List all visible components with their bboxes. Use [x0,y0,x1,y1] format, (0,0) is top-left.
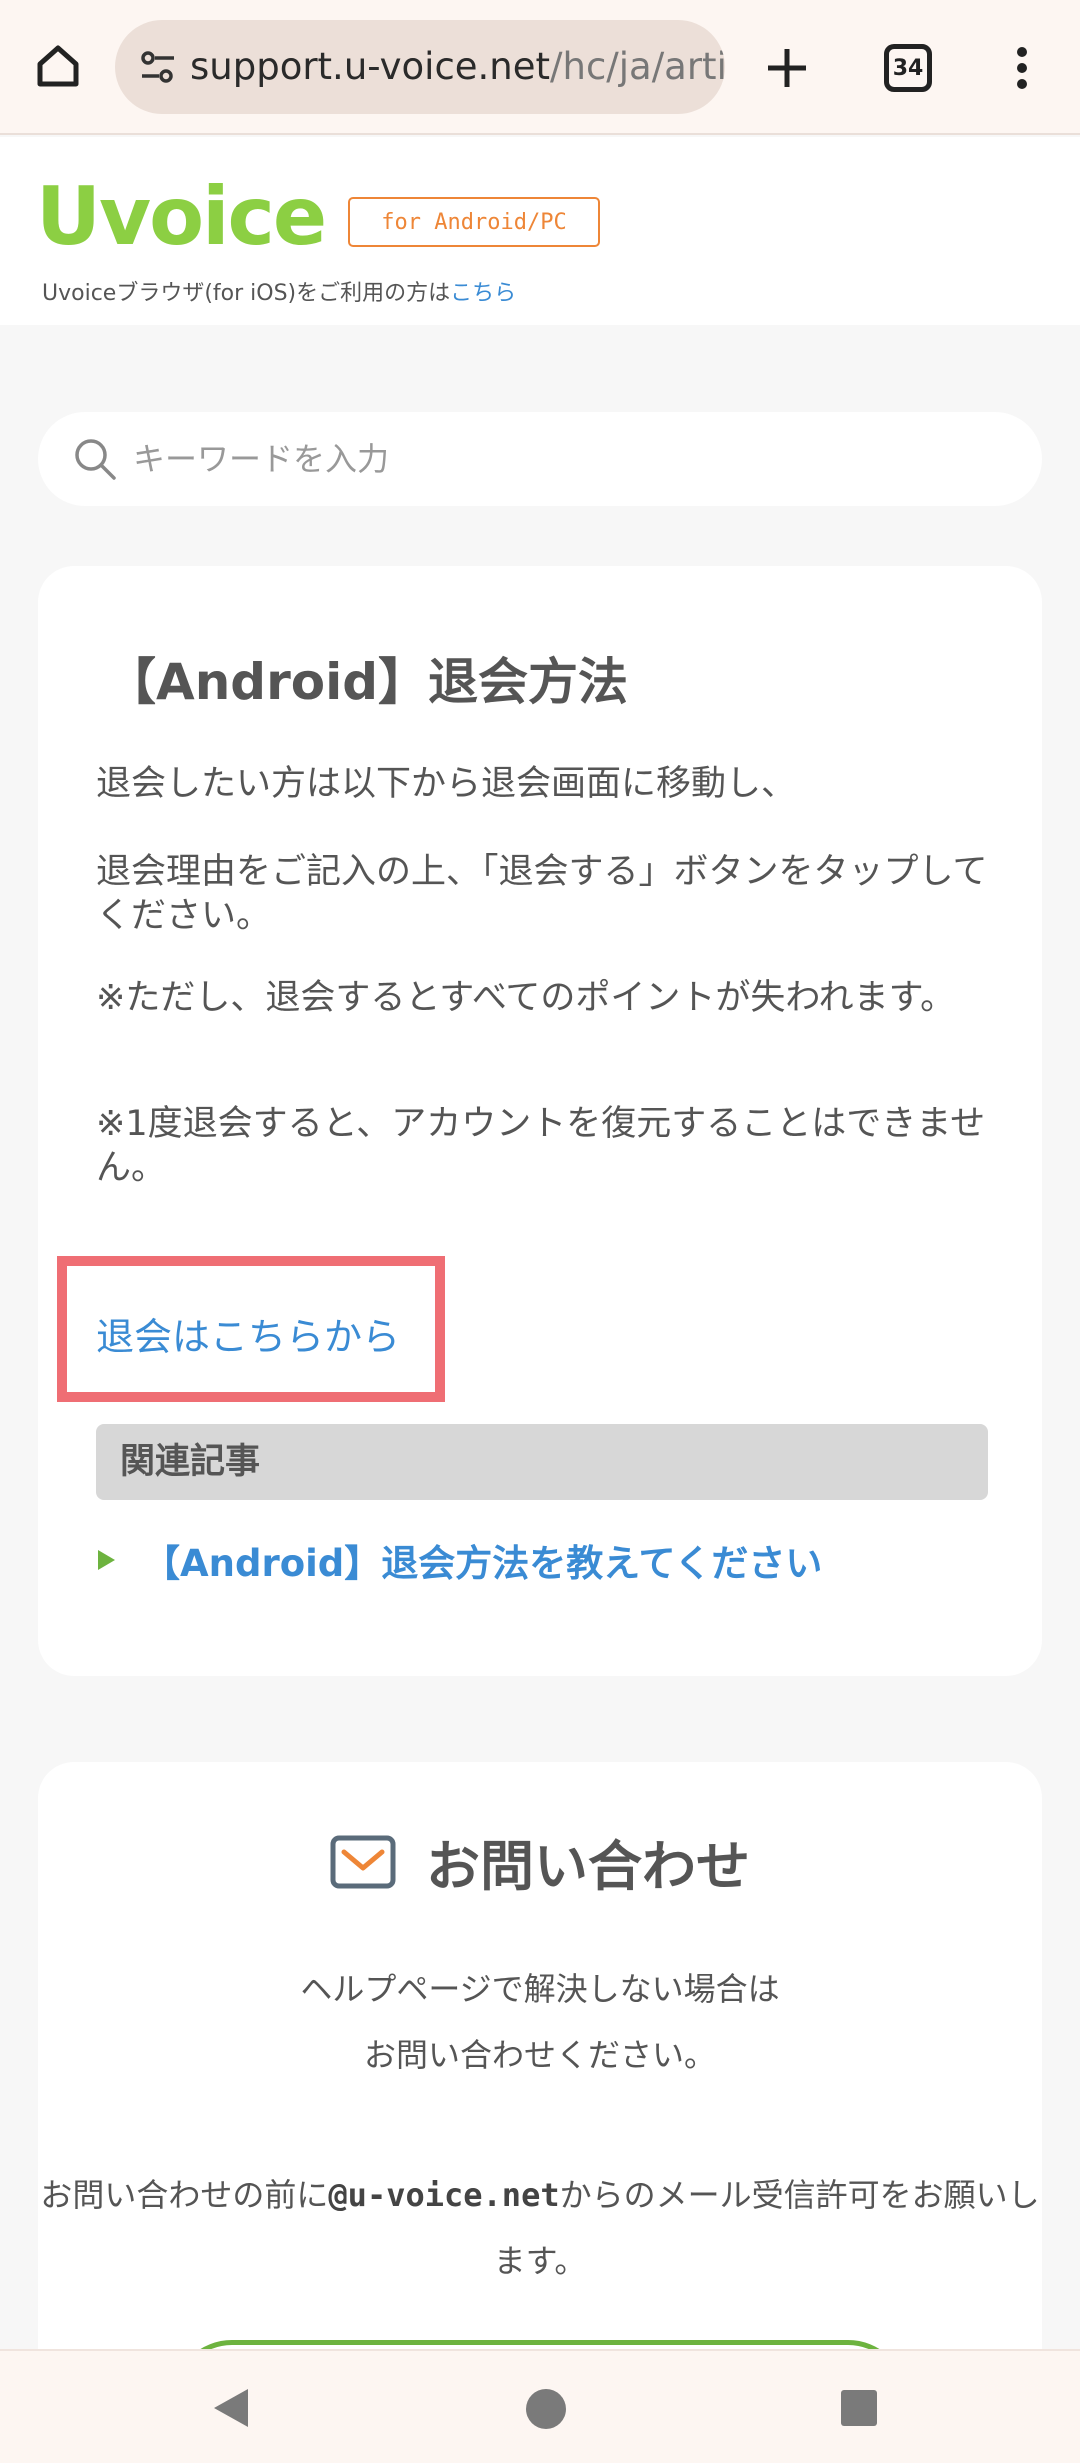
contact-description: ヘルプページで解決しない場合は お問い合わせください。 [38,1956,1042,2088]
ios-note: Uvoiceブラウザ(for iOS)をご利用の方はこちら [42,275,516,307]
tab-switcher-button[interactable]: 34 [884,44,932,92]
search-input[interactable] [133,412,1013,506]
site-settings-icon[interactable] [133,42,183,92]
mail-note-prefix: お問い合わせの前に [40,2176,329,2214]
search-icon [75,439,116,480]
search-box [38,412,1042,506]
triangle-bullet-icon [98,1550,115,1570]
address-bar[interactable]: support.u-voice.net/hc/ja/artic [115,20,725,114]
article-paragraph: 退会したい方は以下から退会画面に移動し、 [96,764,797,804]
withdraw-link[interactable]: 退会はこちらから [96,1306,400,1361]
uvoice-logo[interactable]: Uvoice [36,177,327,257]
contact-mail-note: お問い合わせの前に@u-voice.netからのメール受信許可をお願いします。 [38,2162,1042,2294]
contact-heading: お問い合わせ [38,1822,1042,1901]
ios-link[interactable]: こちら [450,281,516,306]
contact-title: お問い合わせ [426,1835,750,1898]
contact-line: お問い合わせください。 [363,2036,716,2074]
new-tab-button[interactable] [755,36,819,100]
ios-note-text: Uvoiceブラウザ(for iOS)をご利用の方は [42,281,451,306]
article-paragraph: 退会理由をご記入の上、「退会する」ボタンをタップしてください。 [96,852,988,936]
more-menu-icon[interactable] [1000,40,1044,96]
home-icon [37,45,79,87]
browser-toolbar: support.u-voice.net/hc/ja/artic 34 [0,0,1080,135]
platform-badge: for Android/PC [348,197,600,247]
site-header: Uvoice for Android/PC Uvoiceブラウザ(for iOS… [0,137,1080,325]
mail-note-suffix: からのメール受信許可をお願いします。 [493,2176,1040,2280]
related-articles-heading: 関連記事 [96,1424,988,1500]
url-text: support.u-voice.net/hc/ja/artic [190,42,725,92]
related-article-item: 【Android】退会方法を教えてください [96,1532,996,1588]
related-article-link[interactable]: 【Android】退会方法を教えてください [143,1533,822,1587]
plus-icon [768,49,806,87]
article-paragraph: ※1度退会すると、アカウントを復元することはできません。 [96,1104,986,1188]
back-icon[interactable] [214,2389,248,2427]
home-circle-icon[interactable] [526,2389,566,2429]
mail-icon [330,1835,396,1888]
url-path: /hc/ja/artic [550,45,725,88]
url-host: support.u-voice.net [190,45,551,88]
article-paragraph: ※ただし、退会するとすべてのポイントが失われます。 [96,978,956,1018]
home-button[interactable] [28,36,88,96]
article-title: 【Android】退会方法 [106,653,629,711]
contact-line: ヘルプページで解決しない場合は [300,1970,780,2008]
mail-note-domain: @u-voice.net [328,2176,560,2214]
article-card: 【Android】退会方法 退会したい方は以下から退会画面に移動し、 退会理由を… [38,566,1042,1676]
recent-apps-icon[interactable] [841,2390,877,2426]
system-nav-bar [0,2349,1080,2463]
